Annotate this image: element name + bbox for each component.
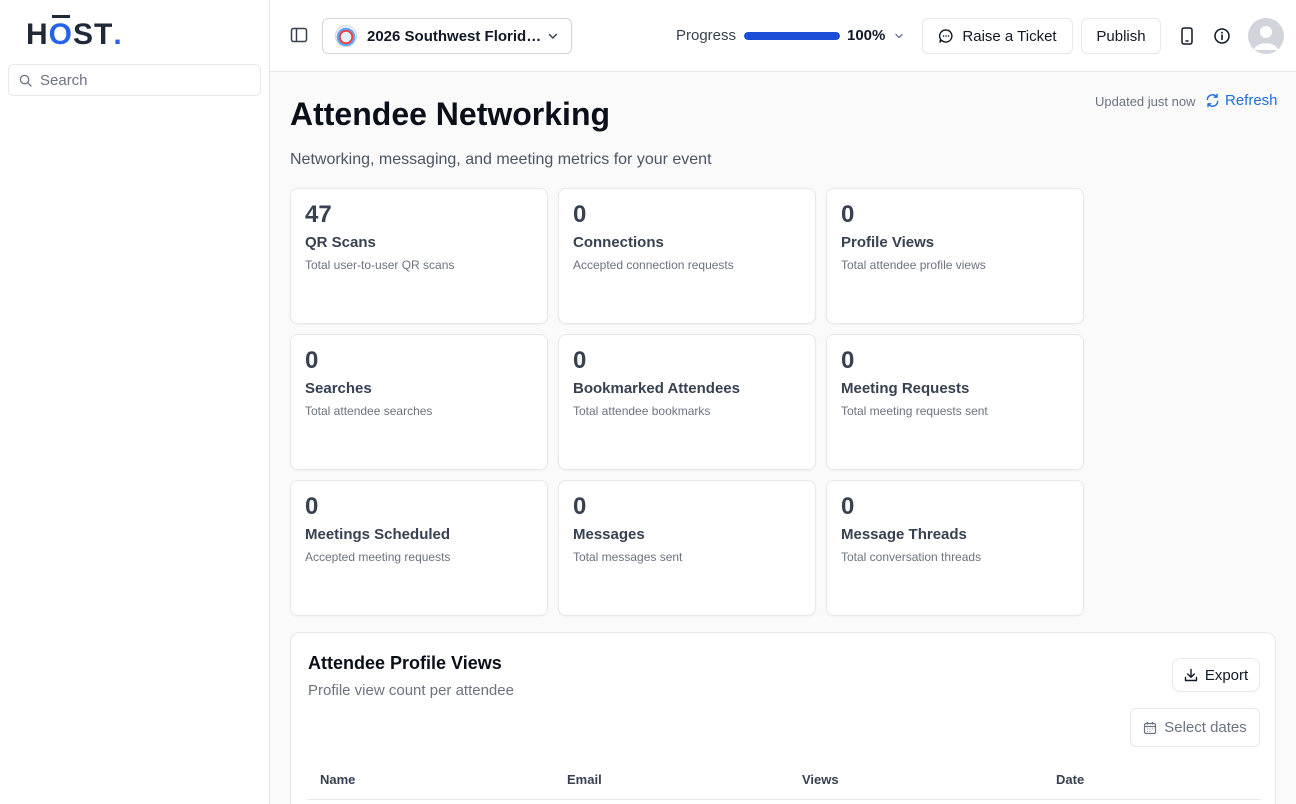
logo-dot: .: [113, 18, 123, 51]
host-logo[interactable]: H O ST.: [26, 15, 123, 52]
metric-label: Meetings Scheduled: [305, 526, 451, 543]
metric-description: Accepted meeting requests: [305, 550, 451, 564]
publish-label: Publish: [1096, 27, 1146, 45]
metric-value: 0: [573, 347, 587, 374]
event-name: 2026 Southwest Florida...: [367, 27, 542, 45]
metric-card-message-threads: 0 Message Threads Total conversation thr…: [826, 480, 1084, 616]
raise-ticket-button[interactable]: Raise a Ticket: [922, 18, 1073, 54]
updated-status: Updated just now: [1095, 94, 1196, 109]
metric-label: Searches: [305, 380, 372, 397]
chevron-down-icon[interactable]: [894, 31, 904, 41]
table-header-divider: [307, 799, 1261, 800]
column-header-views[interactable]: Views: [802, 772, 839, 787]
metric-description: Total messages sent: [573, 550, 683, 564]
profile-views-subtitle: Profile view count per attendee: [308, 682, 514, 699]
export-label: Export: [1204, 666, 1249, 684]
date-range-picker[interactable]: Select dates: [1130, 708, 1260, 747]
metric-card-connections: 0 Connections Accepted connection reques…: [558, 188, 816, 324]
logo-letter: ST: [73, 18, 114, 51]
profile-views-card: Attendee Profile Views Profile view coun…: [290, 632, 1276, 804]
progress-bar: [744, 32, 840, 40]
raise-ticket-label: Raise a Ticket: [962, 27, 1057, 45]
metric-description: Total attendee profile views: [841, 258, 986, 272]
metric-label: QR Scans: [305, 234, 376, 251]
metric-value: 0: [841, 201, 855, 228]
message-circle-icon: [939, 29, 953, 43]
metric-description: Total attendee bookmarks: [573, 404, 711, 418]
progress-bar-fill: [744, 32, 840, 40]
metric-value: 0: [573, 493, 587, 520]
search-input[interactable]: [40, 71, 240, 89]
progress-label: Progress: [676, 27, 737, 44]
metric-description: Total attendee searches: [305, 404, 433, 418]
download-icon: [1184, 668, 1198, 682]
metric-label: Meeting Requests: [841, 380, 970, 397]
metric-label: Profile Views: [841, 234, 935, 251]
event-selector[interactable]: 2026 Southwest Florida...: [322, 18, 572, 54]
column-header-email[interactable]: Email: [567, 772, 602, 787]
metric-card-searches: 0 Searches Total attendee searches: [290, 334, 548, 470]
metric-value: 0: [841, 493, 855, 520]
metric-label: Connections: [573, 234, 664, 251]
profile-views-title: Attendee Profile Views: [308, 653, 502, 673]
metric-description: Total conversation threads: [841, 550, 982, 564]
refresh-label: Refresh: [1225, 92, 1278, 109]
metric-card-qr-scans: 47 QR Scans Total user-to-user QR scans: [290, 188, 548, 324]
logo-letter: O: [48, 15, 74, 51]
calendar-icon: [1144, 721, 1157, 734]
refresh-button[interactable]: Refresh: [1205, 92, 1278, 109]
page-title: Attendee Networking: [290, 96, 611, 132]
mobile-preview-icon[interactable]: [1178, 26, 1196, 46]
logo-letter: H: [26, 18, 49, 51]
metric-value: 0: [305, 493, 319, 520]
info-icon[interactable]: [1213, 26, 1231, 46]
metric-value: 0: [573, 201, 587, 228]
metric-description: Accepted connection requests: [573, 258, 734, 272]
export-button[interactable]: Export: [1172, 658, 1260, 692]
metric-label: Message Threads: [841, 526, 967, 543]
sidebar: H O ST.: [0, 0, 270, 804]
metric-label: Messages: [573, 526, 645, 543]
metric-value: 0: [305, 347, 319, 374]
search-icon: [19, 74, 32, 87]
progress-percent: 100%: [847, 27, 886, 44]
metric-description: Total user-to-user QR scans: [305, 258, 455, 272]
date-range-placeholder: Select dates: [1164, 719, 1247, 736]
page-subtitle: Networking, messaging, and meeting metri…: [290, 151, 712, 168]
top-bar: 2026 Southwest Florida... Progress 100% …: [270, 0, 1296, 72]
user-avatar[interactable]: [1248, 18, 1284, 54]
event-logo: [335, 25, 357, 47]
metric-value: 47: [305, 201, 332, 228]
metric-card-profile-views: 0 Profile Views Total attendee profile v…: [826, 188, 1084, 324]
metric-label: Bookmarked Attendees: [573, 380, 740, 397]
user-icon: [1254, 26, 1278, 50]
metric-description: Total meeting requests sent: [841, 404, 988, 418]
metric-value: 0: [841, 347, 855, 374]
metric-card-messages: 0 Messages Total messages sent: [558, 480, 816, 616]
chevron-down-icon: [548, 33, 558, 39]
main-content: Attendee Networking Networking, messagin…: [270, 72, 1296, 804]
refresh-icon: [1206, 93, 1219, 108]
publish-button[interactable]: Publish: [1081, 18, 1161, 54]
column-header-date[interactable]: Date: [1056, 772, 1084, 787]
column-header-name[interactable]: Name: [320, 772, 355, 787]
metric-card-meetings-scheduled: 0 Meetings Scheduled Accepted meeting re…: [290, 480, 548, 616]
sidebar-search[interactable]: [8, 64, 261, 96]
sidebar-toggle-icon[interactable]: [290, 26, 308, 44]
metric-card-meeting-requests: 0 Meeting Requests Total meeting request…: [826, 334, 1084, 470]
metric-card-bookmarked-attendees: 0 Bookmarked Attendees Total attendee bo…: [558, 334, 816, 470]
